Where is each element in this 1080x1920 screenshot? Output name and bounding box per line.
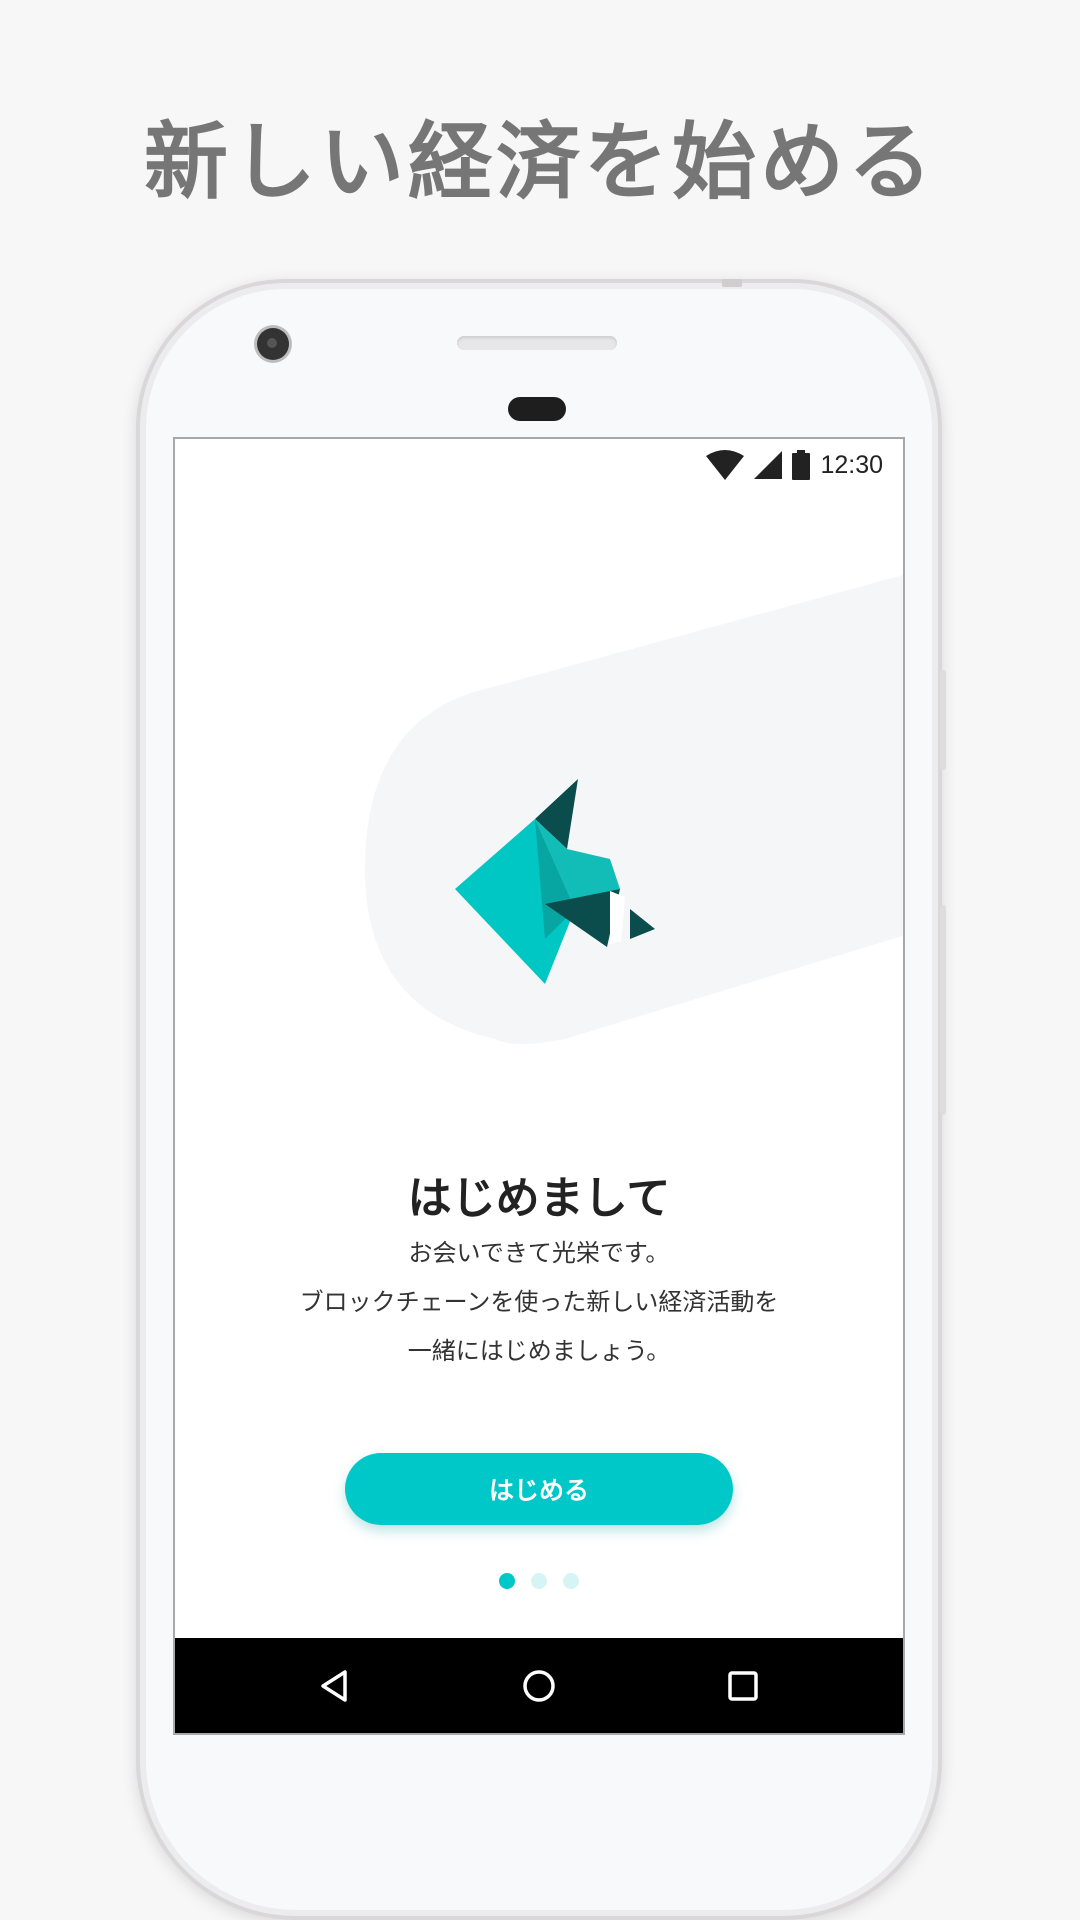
recents-icon[interactable] <box>723 1666 763 1706</box>
origami-bird-icon <box>455 779 655 984</box>
headline: 新しい経済を始める <box>143 113 936 211</box>
page: 新しい経済を始める 12:30 はじめまして お会いできて光栄です。 ブロックチ… <box>0 0 1080 1920</box>
phone-top-button <box>722 279 742 287</box>
cell-signal-icon <box>754 451 783 479</box>
phone-screen: 12:30 はじめまして お会いできて光栄です。 ブロックチェーンを使った新しい… <box>173 437 905 1735</box>
battery-icon <box>792 450 811 480</box>
page-dot-active[interactable] <box>499 1573 515 1589</box>
description-line: お会いできて光栄です。 <box>408 1239 670 1267</box>
onboarding-title: はじめまして <box>407 1173 671 1224</box>
wifi-icon <box>706 450 745 480</box>
proximity-sensor <box>508 397 566 421</box>
description-line: 一緒にはじめましょう。 <box>407 1337 671 1365</box>
description-line: ブロックチェーンを使った新しい経済活動を <box>299 1288 779 1316</box>
home-icon[interactable] <box>519 1666 559 1706</box>
page-dot[interactable] <box>563 1573 579 1589</box>
status-time: 12:30 <box>820 450 883 479</box>
onboarding-description: お会いできて光栄です。 ブロックチェーンを使った新しい経済活動を 一緒にはじめま… <box>175 1229 903 1376</box>
page-dot[interactable] <box>531 1573 547 1589</box>
earpiece-speaker <box>457 336 617 350</box>
navigation-bar <box>175 1638 903 1733</box>
back-icon[interactable] <box>315 1666 355 1706</box>
front-camera <box>257 328 289 360</box>
phone-side-button-lower <box>940 905 946 1115</box>
phone-side-button-upper <box>940 670 946 770</box>
start-button[interactable]: はじめる <box>345 1453 733 1525</box>
status-bar: 12:30 <box>175 439 903 491</box>
page-indicator <box>175 1573 903 1589</box>
